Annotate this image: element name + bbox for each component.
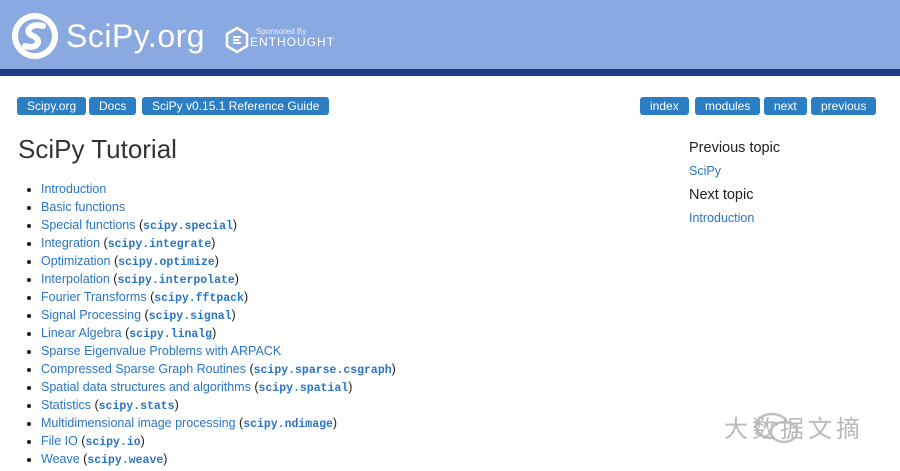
paren-open: (: [135, 218, 144, 232]
breadcrumb-docs[interactable]: Docs: [89, 97, 137, 115]
paren-close: ): [234, 272, 239, 286]
next-topic-link[interactable]: Introduction: [689, 211, 879, 225]
site-logo-text[interactable]: SciPy.org: [66, 18, 205, 55]
module-name[interactable]: scipy.integrate: [108, 238, 212, 251]
toc-link[interactable]: Linear Algebra: [41, 326, 122, 340]
toc-item: Special functions (scipy.special): [41, 216, 396, 234]
paren-open: (: [245, 362, 254, 376]
toc-item: Introduction: [41, 180, 396, 198]
toc-item: Weave (scipy.weave): [41, 450, 396, 468]
toc-link[interactable]: Introduction: [41, 182, 106, 196]
tutorial-toc: Introduction Basic functions Special funct…: [24, 180, 396, 468]
paren-close: ): [174, 398, 179, 412]
paren-close: ): [231, 308, 236, 322]
site-header: SciPy.org Sponsored By ENTHOUGHT: [0, 0, 900, 69]
toc-item: Interpolation (scipy.interpolate): [41, 270, 396, 288]
scipy-logo-icon[interactable]: [11, 12, 59, 60]
modules-button[interactable]: modules: [695, 97, 761, 115]
toc-link[interactable]: Fourier Transforms: [41, 290, 147, 304]
toc-link[interactable]: Statistics: [41, 398, 91, 412]
breadcrumb-reference-guide[interactable]: SciPy v0.15.1 Reference Guide: [142, 97, 330, 115]
module-name[interactable]: scipy.ndimage: [243, 418, 333, 431]
enthought-logo-icon: [225, 26, 249, 54]
module-name[interactable]: scipy.weave: [87, 454, 163, 467]
paren-close: ): [348, 380, 353, 394]
toc-item: Signal Processing (scipy.signal): [41, 306, 396, 324]
breadcrumb-scipy-org[interactable]: Scipy.org: [17, 97, 87, 115]
toc-item: File IO (scipy.io): [41, 432, 396, 450]
module-name[interactable]: scipy.signal: [149, 310, 232, 323]
toc-link[interactable]: Compressed Sparse Graph Routines: [41, 362, 246, 376]
module-name[interactable]: scipy.linalg: [129, 328, 212, 341]
toc-link[interactable]: Weave: [41, 452, 80, 466]
paren-open: (: [141, 308, 149, 322]
toc-item: Basic functions: [41, 198, 396, 216]
paren-close: ): [212, 326, 217, 340]
paren-open: (: [110, 254, 119, 268]
module-name[interactable]: scipy.optimize: [118, 256, 215, 269]
previous-button[interactable]: previous: [811, 97, 877, 115]
paren-open: (: [100, 236, 108, 250]
paren-close: ): [332, 416, 338, 430]
toc-link[interactable]: Signal Processing: [41, 308, 141, 322]
module-name[interactable]: scipy.stats: [99, 400, 175, 413]
toc-item: Optimization (scipy.optimize): [41, 252, 396, 270]
toc-item: Multidimensional image processing (scipy…: [41, 414, 396, 432]
module-name[interactable]: scipy.interpolate: [117, 274, 234, 287]
paren-close: ): [391, 362, 396, 376]
paren-close: ): [163, 452, 168, 466]
previous-topic-heading: Previous topic: [689, 140, 781, 156]
toc-link[interactable]: Special functions: [41, 218, 136, 232]
paren-close: ): [211, 236, 216, 250]
toc-item: Sparse Eigenvalue Problems with ARPACK: [41, 342, 396, 360]
module-name[interactable]: scipy.io: [85, 436, 140, 449]
module-name[interactable]: scipy.fftpack: [154, 292, 244, 305]
next-topic-heading: Next topic: [689, 187, 754, 203]
module-name[interactable]: scipy.sparse.csgraph: [254, 364, 392, 377]
previous-topic-link[interactable]: SciPy: [689, 164, 879, 178]
module-name[interactable]: scipy.special: [143, 220, 233, 233]
sidebar: Previous topic SciPy Next topic Introduc…: [689, 140, 879, 225]
page-title: SciPy Tutorial: [18, 134, 177, 164]
next-button[interactable]: next: [764, 97, 807, 115]
toc-link[interactable]: Multidimensional image processing: [41, 416, 236, 430]
toc-item: Linear Algebra (scipy.linalg): [41, 324, 396, 342]
toc-item: Fourier Transforms (scipy.fftpack): [41, 288, 396, 306]
navigation-bar: Scipy.org Docs SciPy v0.15.1 Reference G…: [17, 97, 880, 117]
paren-close: ): [140, 434, 145, 448]
toc-item: Statistics (scipy.stats): [41, 396, 396, 414]
toc-item: Compressed Sparse Graph Routines (scipy.…: [41, 360, 396, 378]
toc-link[interactable]: Basic functions: [41, 200, 125, 214]
toc-link[interactable]: Optimization: [41, 254, 110, 268]
header-stripe: [0, 69, 900, 76]
paren-close: ): [243, 290, 249, 304]
toc-item: Integration (scipy.integrate): [41, 234, 396, 252]
sponsor-name[interactable]: ENTHOUGHT: [250, 35, 335, 49]
toc-link[interactable]: File IO: [41, 434, 78, 448]
index-button[interactable]: index: [640, 97, 689, 115]
paren-close: ): [214, 254, 219, 268]
toc-link[interactable]: Interpolation: [41, 272, 110, 286]
watermark-text: 大数据文摘: [724, 416, 864, 443]
toc-link[interactable]: Integration: [41, 236, 100, 250]
module-name[interactable]: scipy.spatial: [258, 382, 348, 395]
paren-open: (: [91, 398, 99, 412]
paren-close: ): [232, 218, 238, 232]
toc-item: Spatial data structures and algorithms (…: [41, 378, 396, 396]
toc-link[interactable]: Spatial data structures and algorithms: [41, 380, 251, 394]
toc-link[interactable]: Sparse Eigenvalue Problems with ARPACK: [41, 344, 281, 358]
